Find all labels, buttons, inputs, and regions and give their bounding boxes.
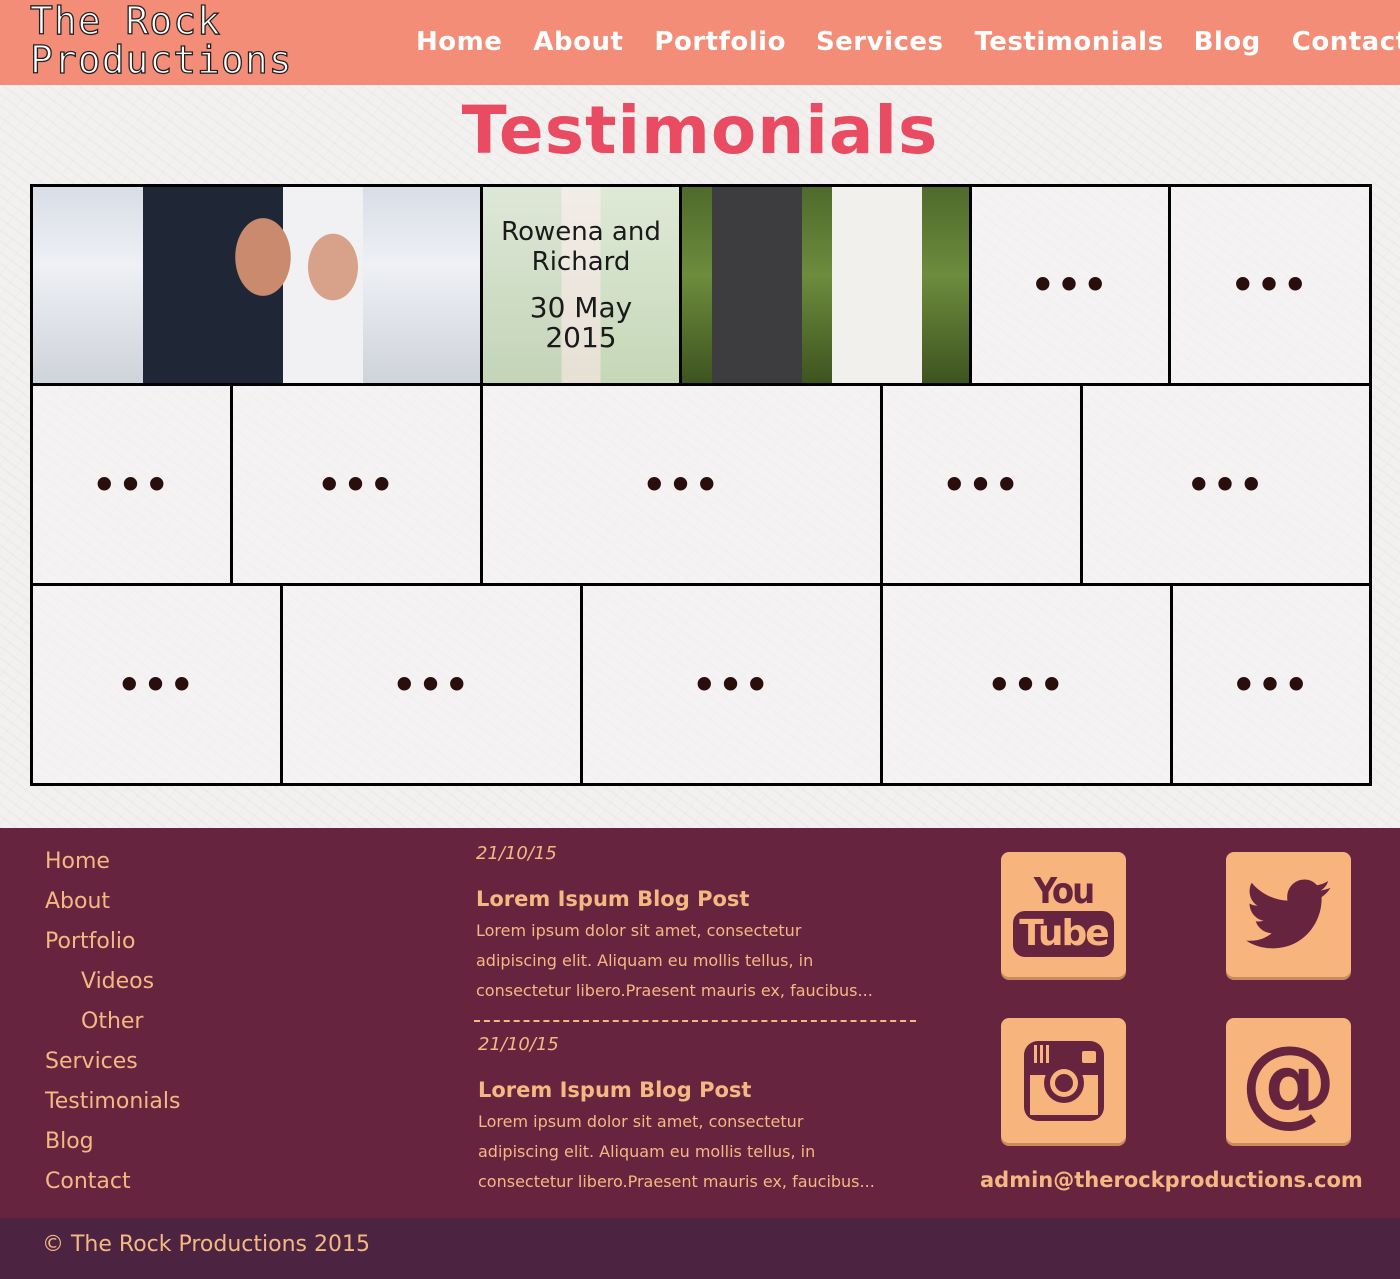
main-nav: Home About Portfolio Services Testimonia… (416, 24, 1400, 60)
nav-portfolio[interactable]: Portfolio (654, 24, 786, 60)
more-dots-icon: ••• (942, 462, 1021, 507)
more-dots-icon: ••• (1231, 662, 1311, 707)
blog-post-excerpt-line: Lorem ipsum dolor sit amet, consectetur (476, 921, 802, 940)
blog-divider (474, 1020, 916, 1022)
more-dots-icon: ••• (392, 662, 471, 707)
testimonial-date-line-2: 2015 (545, 321, 617, 354)
blog-post-date: 21/10/15 (478, 1034, 559, 1055)
footer-blog-post: 21/10/15 Lorem Ispum Blog Post Lorem ips… (476, 843, 916, 1006)
more-dots-icon: ••• (117, 662, 196, 707)
page-title: Testimonials (461, 92, 939, 169)
twitter-button[interactable] (1226, 852, 1351, 977)
copyright-text: © The Rock Productions 2015 (42, 1232, 370, 1257)
testimonial-photo-couple-1[interactable] (30, 184, 483, 386)
more-dots-icon: ••• (317, 462, 396, 507)
nav-testimonials[interactable]: Testimonials (975, 24, 1164, 60)
instagram-button[interactable] (1001, 1018, 1126, 1143)
testimonial-placeholder[interactable]: ••• (1080, 383, 1372, 586)
footer-link-home[interactable]: Home (45, 842, 180, 882)
at-sign-icon: @ (1240, 1024, 1337, 1137)
testimonial-date-line-1: 30 May (529, 291, 633, 324)
nav-services[interactable]: Services (816, 24, 944, 60)
footer-link-testimonials[interactable]: Testimonials (45, 1082, 180, 1122)
footer-link-portfolio[interactable]: Portfolio (45, 922, 180, 962)
footer-blog-post: 21/10/15 Lorem Ispum Blog Post Lorem ips… (478, 1034, 918, 1197)
blog-post-excerpt-line: consectetur libero.Praesent mauris ex, f… (478, 1172, 875, 1191)
testimonial-placeholder[interactable]: ••• (230, 383, 483, 586)
nav-blog[interactable]: Blog (1194, 24, 1261, 60)
blog-post-title[interactable]: Lorem Ispum Blog Post (476, 886, 916, 912)
instagram-camera-icon (1023, 1040, 1104, 1121)
blog-post-excerpt-line: adipiscing elit. Aliquam eu mollis tellu… (476, 951, 814, 970)
footer-link-contact[interactable]: Contact (45, 1162, 180, 1202)
footer-link-services[interactable]: Services (45, 1042, 180, 1082)
testimonial-names-line-1: Rowena and (501, 217, 661, 247)
blog-post-excerpt-line: Lorem ipsum dolor sit amet, consectetur (478, 1112, 804, 1131)
youtube-button[interactable]: You Tube (1001, 852, 1126, 977)
logo-line-2: Productions (29, 38, 293, 82)
testimonial-card-featured[interactable]: Rowena and Richard 30 May 2015 (480, 184, 682, 386)
logo-line-1: The Rock (29, 0, 222, 43)
more-dots-icon: ••• (1186, 462, 1266, 507)
nav-contact[interactable]: Contact (1292, 24, 1400, 60)
testimonial-placeholder[interactable]: ••• (280, 583, 583, 786)
youtube-tube-text: Tube (1013, 910, 1114, 957)
twitter-bird-icon (1245, 879, 1331, 948)
testimonial-placeholder[interactable]: ••• (30, 583, 283, 786)
testimonial-placeholder[interactable]: ••• (880, 583, 1173, 786)
testimonial-placeholder[interactable]: ••• (1168, 184, 1372, 386)
testimonial-names-line-2: Richard (531, 247, 631, 277)
footer-link-about[interactable]: About (45, 882, 180, 922)
contact-email-link[interactable]: admin@therockproductions.com (980, 1166, 1380, 1194)
email-button[interactable]: @ (1226, 1018, 1351, 1143)
blog-post-date: 21/10/15 (476, 843, 557, 864)
testimonial-placeholder[interactable]: ••• (580, 583, 883, 786)
testimonial-placeholder[interactable]: ••• (880, 383, 1083, 586)
footer-link-videos[interactable]: Videos (45, 962, 180, 1002)
testimonial-placeholder[interactable]: ••• (30, 383, 233, 586)
more-dots-icon: ••• (92, 462, 171, 507)
blog-post-excerpt-line: consectetur libero.Praesent mauris ex, f… (476, 981, 873, 1000)
more-dots-icon: ••• (1030, 263, 1110, 307)
footer-nav: Home About Portfolio Videos Other Servic… (45, 842, 180, 1202)
site-header: The Rock Productions Home About Portfoli… (0, 0, 1400, 85)
more-dots-icon: ••• (692, 662, 771, 707)
site-logo[interactable]: The Rock Productions (29, 0, 293, 82)
footer-link-blog[interactable]: Blog (45, 1122, 180, 1162)
testimonial-placeholder[interactable]: ••• (480, 383, 883, 586)
more-dots-icon: ••• (1230, 263, 1310, 307)
blog-post-excerpt: Lorem ipsum dolor sit amet, consectetur … (478, 1107, 918, 1197)
youtube-icon: You Tube (1013, 870, 1114, 957)
more-dots-icon: ••• (987, 662, 1066, 707)
nav-home[interactable]: Home (416, 24, 502, 60)
testimonial-placeholder[interactable]: ••• (969, 184, 1171, 386)
testimonial-grid: Rowena and Richard 30 May 2015 ••• ••• •… (30, 184, 1372, 788)
testimonial-photo-couple-2[interactable] (679, 184, 972, 386)
youtube-you-text: You (1033, 870, 1095, 912)
more-dots-icon: ••• (642, 462, 721, 507)
testimonial-placeholder[interactable]: ••• (1170, 583, 1372, 786)
footer-link-other[interactable]: Other (45, 1002, 180, 1042)
blog-post-title[interactable]: Lorem Ispum Blog Post (478, 1077, 918, 1103)
nav-about[interactable]: About (533, 24, 623, 60)
blog-post-excerpt: Lorem ipsum dolor sit amet, consectetur … (476, 916, 916, 1006)
blog-post-excerpt-line: adipiscing elit. Aliquam eu mollis tellu… (478, 1142, 816, 1161)
